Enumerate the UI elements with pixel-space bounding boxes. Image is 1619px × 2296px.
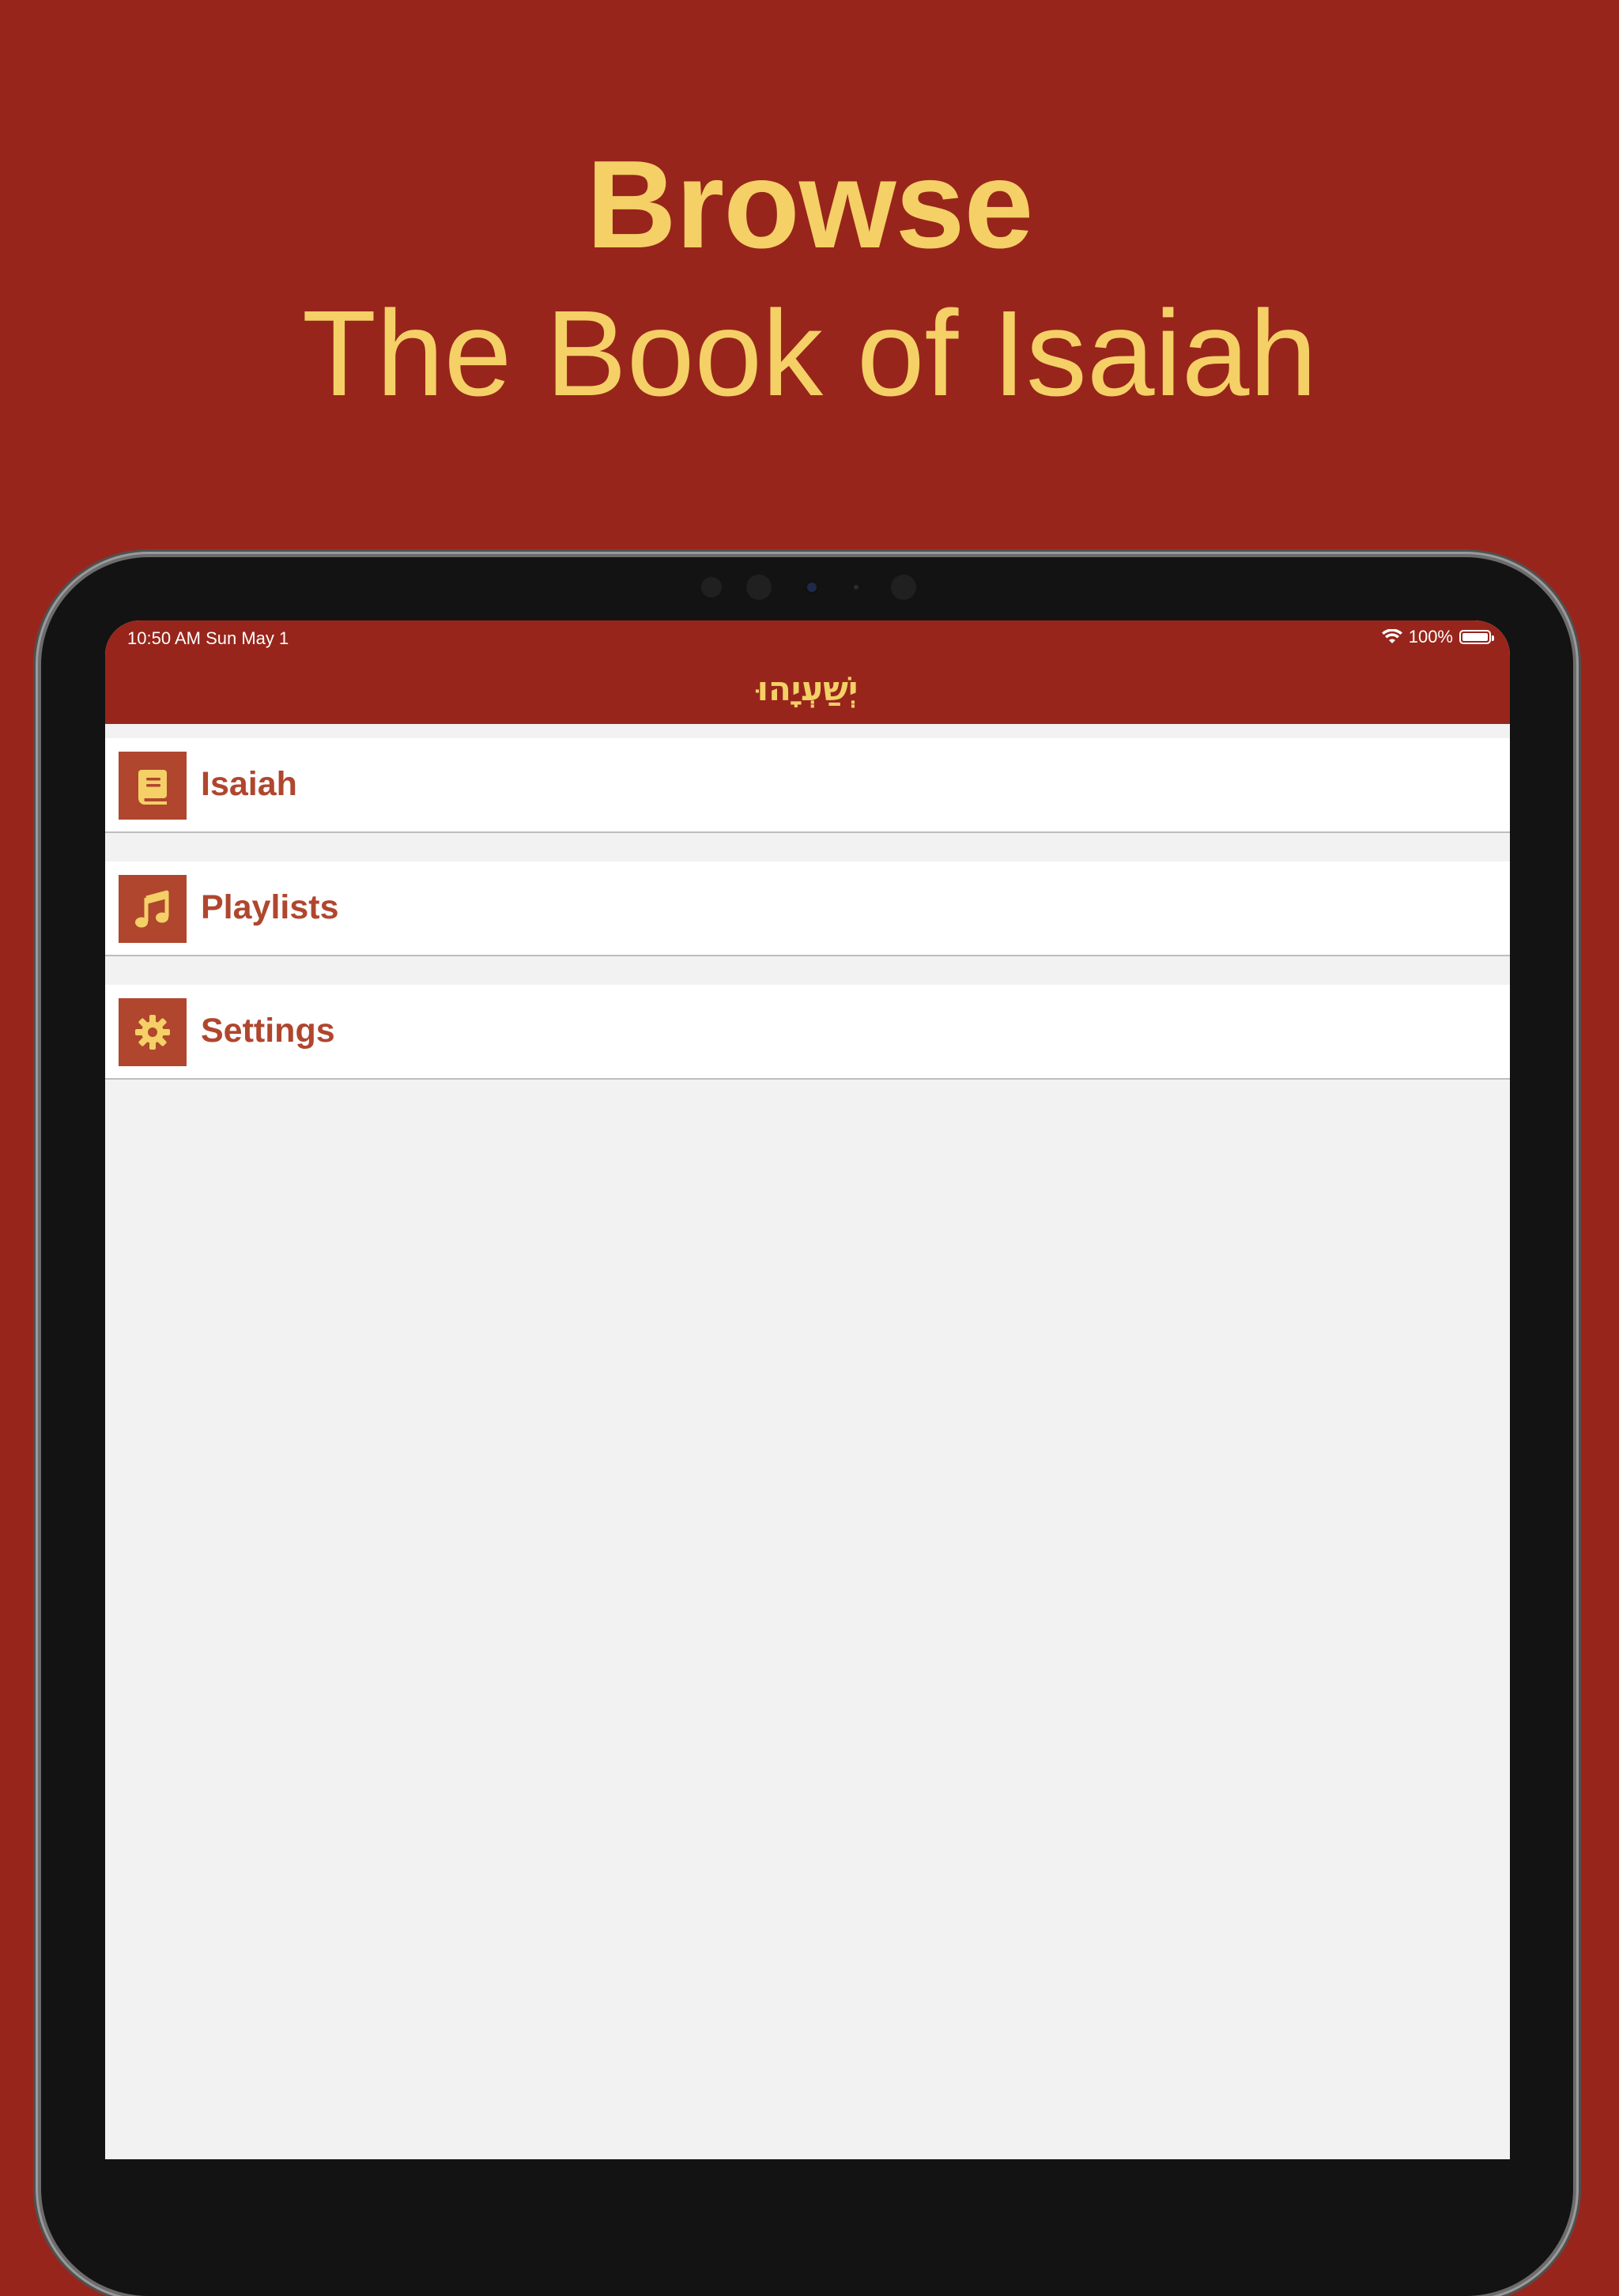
promo-headline: Browse bbox=[586, 135, 1034, 274]
promo-subheadline: The Book of Isaiah bbox=[301, 285, 1318, 421]
front-camera bbox=[807, 582, 817, 592]
front-sensor bbox=[891, 575, 916, 600]
wifi-icon bbox=[1381, 629, 1402, 643]
front-sensor bbox=[854, 585, 859, 590]
status-indicators: 100% bbox=[1381, 627, 1494, 647]
nav-title: יְשַׁעְיָהוּ bbox=[757, 669, 859, 708]
menu-item-label: Settings bbox=[201, 1012, 335, 1050]
device-screen: 10:50 AM Sun May 1 100% יְשַׁעְיָהוּ Isa… bbox=[105, 620, 1510, 2159]
menu-item-label: Playlists bbox=[201, 888, 339, 926]
music-note-icon bbox=[119, 875, 187, 943]
menu-item-settings[interactable]: Settings bbox=[105, 985, 1510, 1080]
app-header: 10:50 AM Sun May 1 100% יְשַׁעְיָהוּ bbox=[105, 620, 1510, 724]
gear-icon bbox=[119, 998, 187, 1066]
battery-icon bbox=[1459, 630, 1494, 644]
device-volume-down-button bbox=[1575, 782, 1581, 852]
status-time: 10:50 AM Sun May 1 bbox=[127, 628, 289, 648]
menu-item-label: Isaiah bbox=[201, 765, 297, 803]
device-volume-up-button bbox=[1575, 697, 1581, 767]
menu-item-isaiah[interactable]: Isaiah bbox=[105, 738, 1510, 833]
book-icon bbox=[119, 752, 187, 820]
front-sensor bbox=[746, 575, 772, 600]
menu-item-playlists[interactable]: Playlists bbox=[105, 861, 1510, 956]
battery-percent: 100% bbox=[1408, 627, 1453, 647]
front-sensor bbox=[701, 577, 722, 598]
